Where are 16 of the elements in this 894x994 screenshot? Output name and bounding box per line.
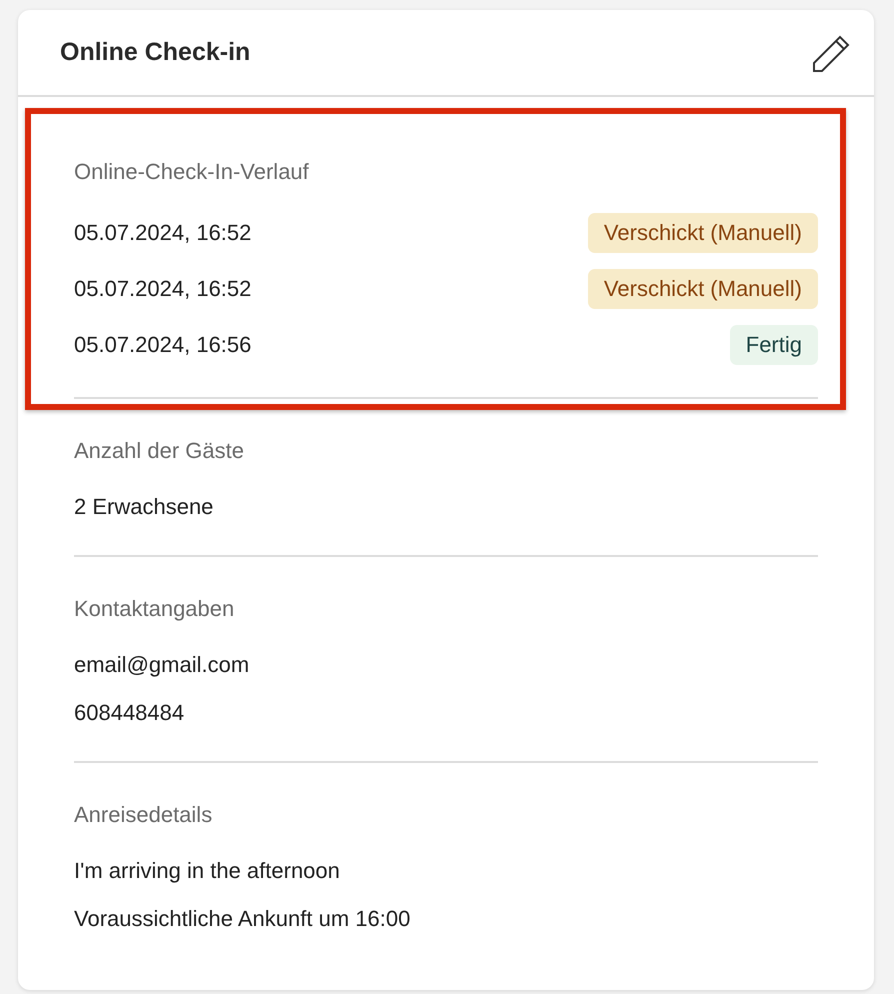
value-text: I'm arriving in the afternoon <box>74 857 341 885</box>
timestamp: 05.07.2024, 16:52 <box>74 276 252 302</box>
section-label: Kontaktangaben <box>74 595 236 623</box>
status-badge: Fertig <box>730 325 818 365</box>
timestamp: 05.07.2024, 16:56 <box>74 332 252 358</box>
section-label: Anzahl der Gäste <box>74 437 245 465</box>
section-label: Online-Check-In-Verlauf <box>74 158 310 186</box>
value-text: email@gmail.com <box>74 651 250 679</box>
value-text: 608448484 <box>74 699 186 727</box>
status-badge: Verschickt (Manuell) <box>588 269 818 309</box>
status-badge: Verschickt (Manuell) <box>588 213 818 253</box>
value-text: Voraussichtliche Ankunft um 16:00 <box>74 905 412 933</box>
section-label: Anreisedetails <box>74 801 214 829</box>
card-title: Online Check-in <box>60 38 250 67</box>
value-text: 2 Erwachsene <box>74 493 214 521</box>
timestamp: 05.07.2024, 16:52 <box>74 220 252 246</box>
